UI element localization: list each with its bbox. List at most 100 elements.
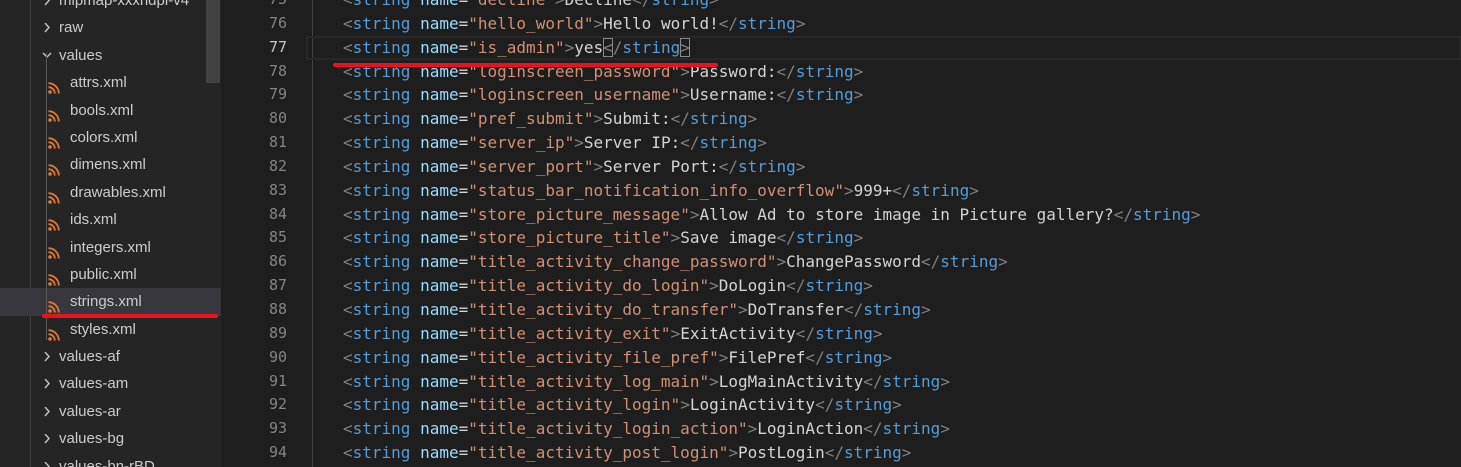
annotation-underline-strings-xml	[42, 314, 218, 318]
tag-open-bracket: <	[343, 37, 353, 57]
string-name-value: store_picture_message	[477, 204, 681, 224]
tag-close-bracket: >	[728, 443, 738, 463]
string-text-value: ExitActivity	[680, 323, 796, 343]
end-tag-name: string	[1132, 204, 1191, 224]
folder-item[interactable]: raw	[0, 14, 221, 41]
code-content: <string name="title_activity_do_login">D…	[343, 276, 873, 296]
attribute-name: name	[420, 228, 459, 248]
folder-item[interactable]: values-am	[0, 370, 221, 397]
file-item[interactable]: bools.xml	[0, 97, 221, 124]
file-item[interactable]: strings.xml	[0, 288, 221, 316]
tag-close-bracket: >	[709, 371, 719, 391]
tag-close-bracket: >	[680, 395, 690, 415]
attribute-name: name	[420, 180, 459, 200]
tag-open-bracket: <	[343, 133, 353, 153]
end-tag-open-bracket: <	[718, 13, 729, 33]
string-name-value: server_port	[477, 156, 584, 176]
tag-open-bracket: <	[343, 0, 353, 9]
code-line[interactable]: 85 <string name="store_picture_title">Sav…	[269, 226, 1461, 250]
attribute-name: name	[420, 276, 459, 296]
string-text-value: Submit:	[603, 109, 671, 129]
end-tag-close-bracket: >	[853, 228, 864, 248]
file-item[interactable]: styles.xml	[0, 316, 221, 343]
rss-file-icon	[48, 268, 60, 286]
folder-item[interactable]: values-ar	[0, 398, 221, 425]
end-tag-open-bracket: <	[863, 371, 873, 391]
file-item[interactable]: public.xml	[0, 261, 221, 288]
code-line[interactable]: 83 <string name="status_bar_notification_…	[269, 179, 1461, 203]
code-line[interactable]: 82 <string name="server_port">Server Port…	[269, 155, 1461, 179]
code-line[interactable]: 80 <string name="pref_submit">Submit:</st…	[269, 107, 1461, 131]
file-item[interactable]: drawables.xml	[0, 179, 221, 206]
folder-item[interactable]: values-bn-rBD	[0, 453, 221, 467]
code-line[interactable]: 77 <string name="is_admin">yes</string>	[269, 35, 1461, 60]
string-text-value: Hello world!	[603, 13, 719, 33]
string-name-value: title_activity_post_login	[477, 443, 719, 463]
end-tag-close-bracket: >	[853, 61, 864, 81]
explorer-sidebar: mipmap-xxxhdpi-v4 raw values attrs.xml bools…	[0, 0, 221, 467]
tag-name: string	[352, 395, 411, 415]
values-indent-guide	[46, 53, 47, 340]
code-line[interactable]: 75<string name="decline">Decline</string…	[269, 0, 1461, 12]
code-line[interactable]: 88 <string name="title_activity_do_transf…	[269, 298, 1461, 322]
tag-open-bracket: <	[343, 276, 353, 296]
string-text-value: LogMainActivity	[718, 371, 864, 391]
end-tag-open-bracket: <	[921, 252, 931, 272]
code-line[interactable]: 79 <string name="loginscreen_username">Us…	[269, 83, 1461, 107]
folder-item[interactable]: values-bg	[0, 425, 221, 452]
line-number: 77	[268, 37, 287, 56]
end-tag-open-bracket: <	[680, 133, 690, 153]
tag-open-bracket: <	[343, 156, 353, 176]
attribute-name: name	[420, 371, 459, 391]
line-number: 87	[268, 276, 287, 295]
code-area[interactable]: 75<string name="decline">Decline</string…	[269, 0, 1461, 467]
end-tag-open-bracket: <	[776, 85, 787, 105]
explorer-scrollbar[interactable]	[206, 0, 220, 83]
code-line[interactable]: 84 <string name="store_picture_message">A…	[269, 203, 1461, 227]
end-tag-open-bracket: <	[718, 156, 729, 176]
tag-name: string	[352, 85, 411, 105]
code-line[interactable]: 86 <string name="title_activity_change_pa…	[269, 250, 1461, 274]
folder-item[interactable]: values	[0, 42, 221, 69]
end-tag-name: string	[834, 395, 893, 415]
code-content: <string name="title_activity_change_pass…	[343, 252, 1008, 272]
tag-name: string	[352, 133, 411, 153]
code-line[interactable]: 90 <string name="title_activity_file_pref…	[269, 346, 1461, 370]
tag-name: string	[353, 0, 411, 9]
file-item[interactable]: ids.xml	[0, 206, 221, 233]
code-line[interactable]: 76 <string name="hello_world">Hello world…	[269, 12, 1461, 36]
tag-open-bracket: <	[343, 13, 353, 33]
string-text-value: Decline	[565, 0, 632, 9]
folder-item[interactable]: mipmap-xxxhdpi-v4	[0, 0, 221, 14]
string-text-value: Allow Ad to store image in Picture galle…	[699, 204, 1114, 224]
folder-item[interactable]: values-af	[0, 343, 221, 370]
code-line[interactable]: 94 <string name="title_activity_post_logi…	[269, 441, 1461, 465]
tag-close-bracket: >	[670, 228, 681, 248]
attribute-name: name	[420, 156, 459, 176]
file-item[interactable]: integers.xml	[0, 234, 221, 261]
rss-file-icon	[48, 295, 60, 314]
attribute-name: name	[420, 395, 459, 415]
tag-close-bracket: >	[737, 299, 748, 319]
string-text-value: Server IP:	[583, 133, 681, 153]
line-number: 86	[268, 252, 287, 271]
code-line[interactable]: 92 <string name="title_activity_login">Lo…	[269, 393, 1461, 417]
rss-file-icon	[48, 186, 60, 204]
file-item[interactable]: attrs.xml	[0, 69, 221, 96]
tag-name: string	[352, 299, 411, 319]
tag-close-bracket: >	[776, 252, 787, 272]
code-editor[interactable]: 75 <string name="decline">Decline</string…	[221, 0, 1461, 467]
end-tag-close-bracket: >	[892, 395, 902, 415]
code-line[interactable]: 89 <string name="title_activity_exit">Exi…	[269, 322, 1461, 346]
code-line[interactable]: 87 <string name="title_activity_do_login"…	[269, 274, 1461, 298]
file-item[interactable]: colors.xml	[0, 124, 221, 151]
code-line[interactable]: 91 <string name="title_activity_log_main"…	[269, 370, 1461, 394]
string-text-value: DoLogin	[718, 276, 787, 296]
tag-close-bracket: >	[670, 323, 681, 343]
code-line[interactable]: 93 <string name="title_activity_login_act…	[269, 417, 1461, 441]
code-content: <string name="title_activity_post_login"…	[343, 443, 912, 463]
code-line[interactable]: 81 <string name="server_ip">Server IP:</s…	[269, 131, 1461, 155]
file-item[interactable]: dimens.xml	[0, 151, 221, 178]
rss-file-icon	[48, 76, 60, 94]
folder-label: values-bn-rBD	[59, 457, 155, 467]
